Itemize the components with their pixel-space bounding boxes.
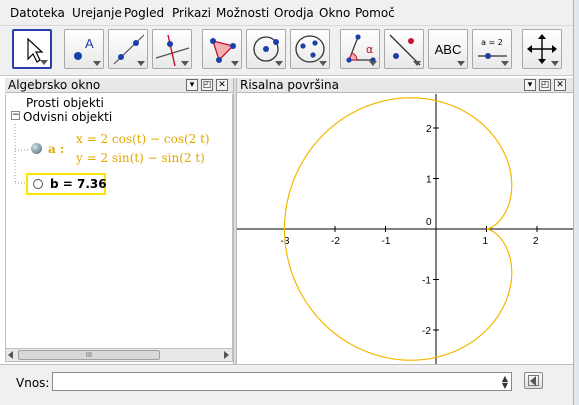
dropdown-icon (457, 61, 465, 66)
y-tick-label: 1 (426, 175, 432, 186)
collapse-toggle-icon[interactable]: − (11, 111, 20, 120)
y-tick-label: -1 (422, 276, 431, 287)
dropdown-icon (93, 61, 101, 66)
curve-equation-y[interactable]: y = 2 sin(t) − sin(2 t) (76, 151, 205, 165)
panel-menu-icon[interactable]: ▾ (186, 79, 198, 91)
slider-object-row[interactable]: b = 7.36 (26, 173, 107, 195)
input-label: Vnos: (16, 376, 50, 390)
dropdown-icon (40, 60, 48, 65)
input-field[interactable]: ▲ ▼ (52, 372, 512, 391)
x-tick-label: -1 (382, 236, 391, 247)
panel-menu-icon[interactable]: ▾ (524, 79, 536, 91)
panel-close-icon[interactable]: ✕ (554, 79, 566, 91)
move-tool-button[interactable] (12, 29, 52, 69)
algebra-panel-title: Algebrsko okno (8, 78, 101, 92)
curve-label[interactable]: a : (48, 142, 64, 156)
algebra-panel-header: Algebrsko okno ▾ ◰ ✕ (5, 78, 233, 93)
graphics-view[interactable]: -3 -2 -1 0 1 2 2 1 -1 -2 (237, 94, 573, 364)
perpendicular-tool-button[interactable] (152, 29, 192, 69)
y-tick-label: -2 (422, 326, 431, 337)
angle-tool-label: α (366, 43, 374, 56)
point-tool-button[interactable]: A (64, 29, 104, 69)
free-objects-header[interactable]: Prosti objekti (26, 96, 104, 110)
dropdown-icon (413, 61, 421, 66)
scroll-thumb[interactable]: III (18, 350, 160, 360)
curve-equation-x[interactable]: x = 2 cos(t) − cos(2 t) (76, 132, 210, 146)
panel-undock-icon[interactable]: ◰ (201, 79, 213, 91)
triangle-left-icon (530, 376, 536, 386)
circle-tool-button[interactable] (246, 29, 286, 69)
menu-okno[interactable]: Okno (319, 6, 350, 20)
reflect-tool-button[interactable] (384, 29, 424, 69)
visibility-toggle-icon[interactable] (31, 143, 42, 154)
menu-pomoc[interactable]: Pomoč (355, 6, 395, 20)
algebra-horizontal-scrollbar[interactable]: III (5, 348, 233, 362)
radio-icon[interactable] (33, 179, 43, 189)
panel-close-icon[interactable]: ✕ (216, 79, 228, 91)
menu-bar: Datoteka Urejanje Pogled Prikazi Možnost… (0, 0, 579, 26)
move-graphics-tool-button[interactable] (522, 29, 562, 69)
dropdown-icon (551, 61, 559, 66)
scroll-right-icon[interactable] (224, 351, 229, 359)
menu-urejanje[interactable]: Urejanje (72, 6, 122, 20)
menu-pogled[interactable]: Pogled (124, 6, 164, 20)
graphics-canvas[interactable]: -3 -2 -101 221-1-2 (237, 94, 573, 364)
dropdown-icon (501, 61, 509, 66)
dropdown-icon (231, 61, 239, 66)
menu-orodja[interactable]: Orodja (274, 6, 314, 20)
x-tick-label: 0 (426, 217, 432, 228)
text-tool-label: ABC (434, 42, 462, 57)
slider-tool-button[interactable]: a = 2 (472, 29, 512, 69)
algebra-view: Prosti objekti − Odvisni objekti a : x =… (5, 94, 233, 348)
text-tool-button[interactable]: ABC (428, 29, 468, 69)
graphics-panel-header: Risalna površina ▾ ◰ ✕ (237, 78, 573, 93)
panel-undock-icon[interactable]: ◰ (539, 79, 551, 91)
dropdown-icon (275, 61, 283, 66)
dropdown-icon (369, 61, 377, 66)
input-help-button[interactable] (524, 372, 543, 389)
scroll-left-icon[interactable] (8, 351, 13, 359)
input-bar: Vnos: ▲ ▼ (0, 364, 579, 405)
menu-moznosti[interactable]: Možnosti (216, 6, 269, 20)
dropdown-icon (137, 61, 145, 66)
x-tick-label: 2 (533, 236, 539, 247)
slider-value-text: b = 7.36 (50, 177, 107, 191)
point-tool-label: A (85, 36, 94, 51)
x-tick-label: 1 (483, 236, 489, 247)
conic-tool-button[interactable] (290, 29, 330, 69)
line-tool-button[interactable] (108, 29, 148, 69)
graphics-panel-title: Risalna površina (240, 78, 339, 92)
menu-prikazi[interactable]: Prikazi (172, 6, 211, 20)
menu-datoteka[interactable]: Datoteka (10, 6, 65, 20)
dropdown-icon (181, 61, 189, 66)
axes: -3 -2 -101 221-1-2 (237, 94, 573, 364)
dropdown-icon (319, 61, 327, 66)
window-frame-right (573, 0, 579, 405)
toolbar: A α ABC a = 2 (0, 26, 579, 76)
dependent-objects-header[interactable]: Odvisni objekti (23, 110, 112, 124)
angle-tool-button[interactable]: α (340, 29, 380, 69)
x-tick-label: -2 (331, 236, 340, 247)
polygon-tool-button[interactable] (202, 29, 242, 69)
y-tick-label: 2 (426, 124, 432, 135)
history-spinner-icon[interactable]: ▲ ▼ (502, 375, 508, 390)
